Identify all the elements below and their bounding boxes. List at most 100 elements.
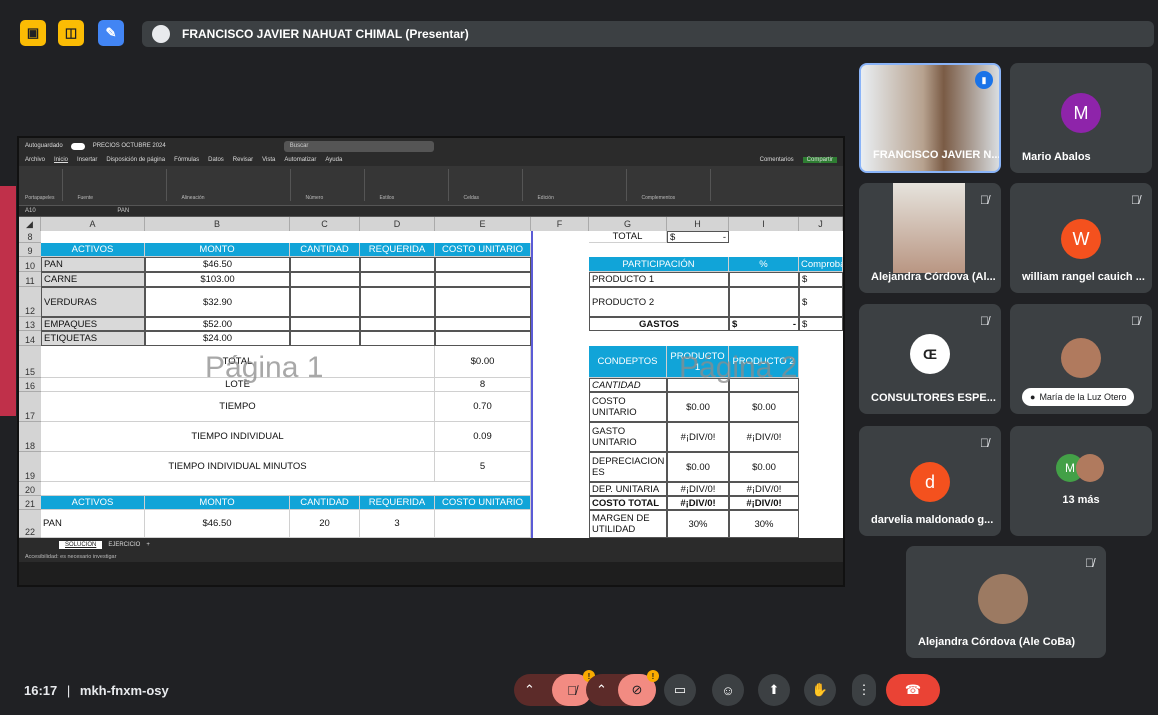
more-options-button[interactable]: ⋮ <box>852 674 876 706</box>
participant-tile[interactable]: 🎙̸ W william rangel cauich ... <box>1010 183 1152 293</box>
tab-ejercicio[interactable]: EJERCICIO <box>108 542 140 548</box>
costo-total-p2[interactable]: #¡DIV/0! <box>729 496 799 510</box>
ribbon-group-celdas[interactable]: Celdas <box>463 169 524 201</box>
item-monto[interactable]: $32.90 <box>145 287 290 317</box>
hdr-producto-2[interactable]: PRODUCTO 2 <box>729 346 799 378</box>
col-d[interactable]: D <box>360 217 435 231</box>
producto-2-pct[interactable] <box>729 287 799 317</box>
ribbon-group-numero[interactable]: Número <box>305 169 366 201</box>
item-name[interactable]: VERDURAS <box>41 287 145 317</box>
hdr-monto[interactable]: MONTO <box>145 243 290 257</box>
col-f[interactable]: F <box>531 217 589 231</box>
hdr-requerida[interactable]: REQUERIDA <box>360 243 435 257</box>
producto-2-comp[interactable]: $ <box>799 287 843 317</box>
menu-insertar[interactable]: Insertar <box>77 157 97 163</box>
mic-options-chevron-icon[interactable]: ⌃ <box>524 682 535 698</box>
producto-2[interactable]: PRODUCTO 2 <box>589 287 729 317</box>
hdr-cantidad[interactable]: CANTIDAD <box>290 243 360 257</box>
ribbon-group-fuente[interactable]: Fuente <box>77 169 168 201</box>
autosave-toggle[interactable] <box>70 142 85 150</box>
name-box[interactable]: A10 <box>25 208 36 214</box>
present-button[interactable]: ⬆ <box>758 674 790 706</box>
ribbon-group-edicion[interactable]: Edición <box>537 169 628 201</box>
tiempo-individual-label[interactable]: TIEMPO INDIVIDUAL <box>41 422 435 452</box>
item-costo[interactable] <box>435 257 531 272</box>
effects-icon[interactable]: ✎ <box>98 20 124 46</box>
menu-vista[interactable]: Vista <box>262 157 275 163</box>
whiteboard-icon[interactable]: ◫ <box>58 20 84 46</box>
menu-ayuda[interactable]: Ayuda <box>325 157 342 163</box>
hdr-participacion[interactable]: PARTICIPACIÓN <box>589 257 729 272</box>
col-i[interactable]: I <box>729 217 799 231</box>
menu-archivo[interactable]: Archivo <box>25 157 45 163</box>
hdr-costo-unitario-2[interactable]: COSTO UNITARIO <box>435 496 531 510</box>
item-requerida[interactable] <box>360 272 435 287</box>
hdr-monto-2[interactable]: MONTO <box>145 496 290 510</box>
margen-p1[interactable]: 30% <box>667 510 729 538</box>
hdr-cantidad-2[interactable]: CANTIDAD <box>290 496 360 510</box>
ribbon-group-portapapeles[interactable]: Portapapeles <box>25 169 64 201</box>
row-19[interactable]: 19 <box>19 452 41 482</box>
costo-total-label[interactable]: COSTO TOTAL <box>589 496 667 510</box>
row-12[interactable]: 12 <box>19 287 41 317</box>
row-21[interactable]: 21 <box>19 496 41 510</box>
gastos-comp[interactable]: $ <box>799 317 843 331</box>
hdr-pct[interactable]: % <box>729 257 799 272</box>
costo-unitario-p1[interactable]: $0.00 <box>667 392 729 422</box>
item-cantidad[interactable] <box>290 287 360 317</box>
excel-search[interactable]: Buscar <box>283 140 434 152</box>
item-requerida[interactable] <box>360 331 435 346</box>
col-e[interactable]: E <box>435 217 531 231</box>
row-18[interactable]: 18 <box>19 422 41 452</box>
row-20[interactable]: 20 <box>19 482 41 496</box>
participant-tile-speaking[interactable]: ▮ FRANCISCO JAVIER N... <box>859 63 1001 173</box>
participant-tile[interactable]: M Mario Abalos <box>1010 63 1152 173</box>
menu-formulas[interactable]: Fórmulas <box>174 157 199 163</box>
row-17[interactable]: 17 <box>19 392 41 422</box>
lote-label[interactable]: LOTE <box>41 378 435 392</box>
col-a[interactable]: A <box>41 217 145 231</box>
tiempo-label[interactable]: TIEMPO <box>41 392 435 422</box>
more-participants-tile[interactable]: M 13 más <box>1010 426 1152 536</box>
select-all[interactable]: ◢ <box>19 217 41 231</box>
cantidad-p1[interactable] <box>667 378 729 392</box>
camera-options-chevron-icon[interactable]: ⌃ <box>596 682 607 698</box>
menu-disposicion[interactable]: Disposición de página <box>106 157 165 163</box>
item-monto[interactable]: $24.00 <box>145 331 290 346</box>
tiempo-value[interactable]: 0.70 <box>435 392 531 422</box>
row-10[interactable]: 10 <box>19 257 41 272</box>
dep-unitaria-label[interactable]: DEP. UNITARIA <box>589 482 667 496</box>
item-costo[interactable] <box>435 331 531 346</box>
item-costo[interactable] <box>435 510 531 538</box>
gasto-unitario-p2[interactable]: #¡DIV/0! <box>729 422 799 452</box>
item-requerida[interactable]: 3 <box>360 510 435 538</box>
reactions-button[interactable]: ☺ <box>712 674 744 706</box>
gastos-value[interactable]: $ - <box>729 317 799 331</box>
item-costo[interactable] <box>435 287 531 317</box>
menu-datos[interactable]: Datos <box>208 157 224 163</box>
participant-tile[interactable]: 🎙̸ Alejandra Córdova (Ale CoBa) <box>906 546 1106 658</box>
col-h[interactable]: H <box>667 217 729 231</box>
empty-row[interactable] <box>41 482 531 496</box>
dep-unitaria-p1[interactable]: #¡DIV/0! <box>667 482 729 496</box>
producto-1-comp[interactable]: $ <box>799 272 843 287</box>
camera-toggle-button[interactable]: ⊘ ! <box>618 670 659 706</box>
item-name[interactable]: PAN <box>41 510 145 538</box>
leave-call-button[interactable]: ☎ <box>886 674 940 706</box>
formula-bar[interactable]: A10 PAN <box>19 206 843 217</box>
hdr-activos-2[interactable]: ACTIVOS <box>41 496 145 510</box>
item-cantidad[interactable] <box>290 272 360 287</box>
item-monto[interactable]: $46.50 <box>145 257 290 272</box>
item-cantidad[interactable] <box>290 331 360 346</box>
col-j[interactable]: J <box>799 217 843 231</box>
menu-revisar[interactable]: Revisar <box>233 157 253 163</box>
gasto-unitario-label[interactable]: GASTO UNITARIO <box>589 422 667 452</box>
ribbon-group-estilos[interactable]: Estilos <box>379 169 450 201</box>
gasto-unitario-p1[interactable]: #¡DIV/0! <box>667 422 729 452</box>
formula-input[interactable]: PAN <box>117 208 129 214</box>
activities-icon[interactable]: ▣ <box>20 20 46 46</box>
share-button[interactable]: Compartir <box>802 157 837 163</box>
spreadsheet-grid[interactable]: ◢ A B C D E F G H I J 8 9 10 11 12 13 14… <box>19 217 843 538</box>
menu-inicio[interactable]: Inicio <box>54 157 68 163</box>
tiempo-minutos-label[interactable]: TIEMPO INDIVIDUAL MINUTOS <box>41 452 435 482</box>
